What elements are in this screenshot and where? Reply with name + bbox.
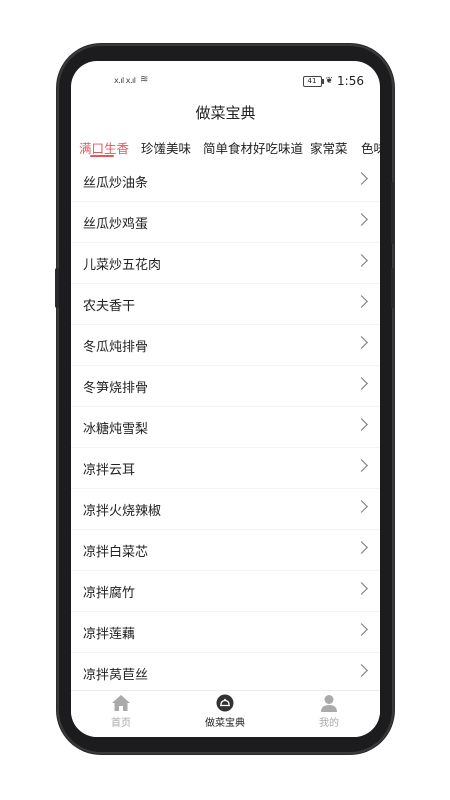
list-item-label: 凉拌莲藕 <box>83 627 136 642</box>
side-button-left <box>55 268 59 308</box>
nav-home-label: 首页 <box>111 718 131 729</box>
bottom-navigation: 首页 做菜宝典 我的 <box>71 690 380 737</box>
leaf-icon: ❦ <box>325 76 334 86</box>
chevron-right-icon <box>355 295 368 308</box>
tab-active-indicator <box>90 155 114 157</box>
list-item[interactable]: 冬瓜炖排骨 <box>71 325 380 365</box>
list-item[interactable]: 冬笋烧排骨 <box>71 366 380 406</box>
tab-zhenxiu-meiwei[interactable]: 珍馐美味 <box>141 138 191 157</box>
list-item[interactable]: 农夫香干 <box>71 284 380 324</box>
list-item[interactable]: 丝瓜炒鸡蛋 <box>71 202 380 242</box>
status-time: 1:56 <box>337 74 364 88</box>
list-item[interactable]: 凉拌云耳 <box>71 448 380 488</box>
chevron-right-icon <box>355 459 368 472</box>
list-item[interactable]: 凉拌莴苣丝 <box>71 653 380 690</box>
list-item-label: 凉拌火烧辣椒 <box>83 504 162 519</box>
list-item[interactable]: 儿菜炒五花肉 <box>71 243 380 283</box>
home-icon <box>112 695 130 711</box>
chevron-right-icon <box>355 377 368 390</box>
chevron-right-icon <box>355 254 368 267</box>
nav-recipes-label: 做菜宝典 <box>205 718 245 729</box>
user-icon <box>321 695 337 712</box>
list-item-label: 冬笋烧排骨 <box>83 381 149 396</box>
chevron-right-icon <box>355 213 368 226</box>
list-item[interactable]: 丝瓜炒油条 <box>71 161 380 201</box>
cloche-icon <box>216 694 234 712</box>
chevron-right-icon <box>355 582 368 595</box>
list-item-label: 凉拌白菜芯 <box>83 545 149 560</box>
recipe-list[interactable]: 丝瓜炒油条 丝瓜炒鸡蛋 儿菜炒五花肉 农夫香干 冬瓜炖排骨 冬笋烧排骨 冰糖炖雪… <box>71 161 380 690</box>
chevron-right-icon <box>355 172 368 185</box>
tab-jiandan-shicai[interactable]: 简单食材好吃味道 <box>203 138 303 157</box>
chevron-right-icon <box>355 664 368 677</box>
signal-icon: x.ıl x.ıl <box>114 76 136 85</box>
chevron-right-icon <box>355 500 368 513</box>
wifi-icon: ≋ <box>140 74 148 85</box>
list-item[interactable]: 凉拌白菜芯 <box>71 530 380 570</box>
list-item-label: 凉拌莴苣丝 <box>83 668 149 683</box>
chevron-right-icon <box>355 336 368 349</box>
list-item-label: 丝瓜炒油条 <box>83 176 149 191</box>
tab-sewei[interactable]: 色味 <box>361 138 380 157</box>
list-item[interactable]: 凉拌腐竹 <box>71 571 380 611</box>
page-title: 做菜宝典 <box>195 104 256 122</box>
list-item-label: 冰糖炖雪梨 <box>83 422 149 437</box>
list-item-label: 凉拌腐竹 <box>83 586 136 601</box>
list-item-label: 儿菜炒五花肉 <box>83 258 162 273</box>
list-item[interactable]: 冰糖炖雪梨 <box>71 407 380 447</box>
nav-mine[interactable]: 我的 <box>299 694 359 729</box>
nav-recipes[interactable]: 做菜宝典 <box>195 694 255 729</box>
list-item[interactable]: 凉拌莲藕 <box>71 612 380 652</box>
list-item-label: 农夫香干 <box>83 299 136 314</box>
list-item-label: 冬瓜炖排骨 <box>83 340 149 355</box>
chevron-right-icon <box>355 541 368 554</box>
battery-icon: 41 <box>302 75 324 87</box>
nav-home[interactable]: 首页 <box>91 694 151 729</box>
app-screen: x.ıl x.ıl ≋ 41 ❦ 1:56 做菜宝典 满口生香 珍馐美味 简单食… <box>71 61 380 737</box>
power-button <box>391 182 395 244</box>
tab-jiachangcai[interactable]: 家常菜 <box>310 138 348 157</box>
chevron-right-icon <box>355 418 368 431</box>
category-tabs[interactable]: 满口生香 珍馐美味 简单食材好吃味道 家常菜 色味 <box>71 133 380 161</box>
list-item-label: 凉拌云耳 <box>83 463 136 478</box>
list-item-label: 丝瓜炒鸡蛋 <box>83 217 149 232</box>
list-item[interactable]: 凉拌火烧辣椒 <box>71 489 380 529</box>
status-bar: x.ıl x.ıl ≋ 41 ❦ 1:56 <box>71 61 380 99</box>
volume-button <box>391 268 395 308</box>
chevron-right-icon <box>355 623 368 636</box>
nav-mine-label: 我的 <box>319 718 339 729</box>
